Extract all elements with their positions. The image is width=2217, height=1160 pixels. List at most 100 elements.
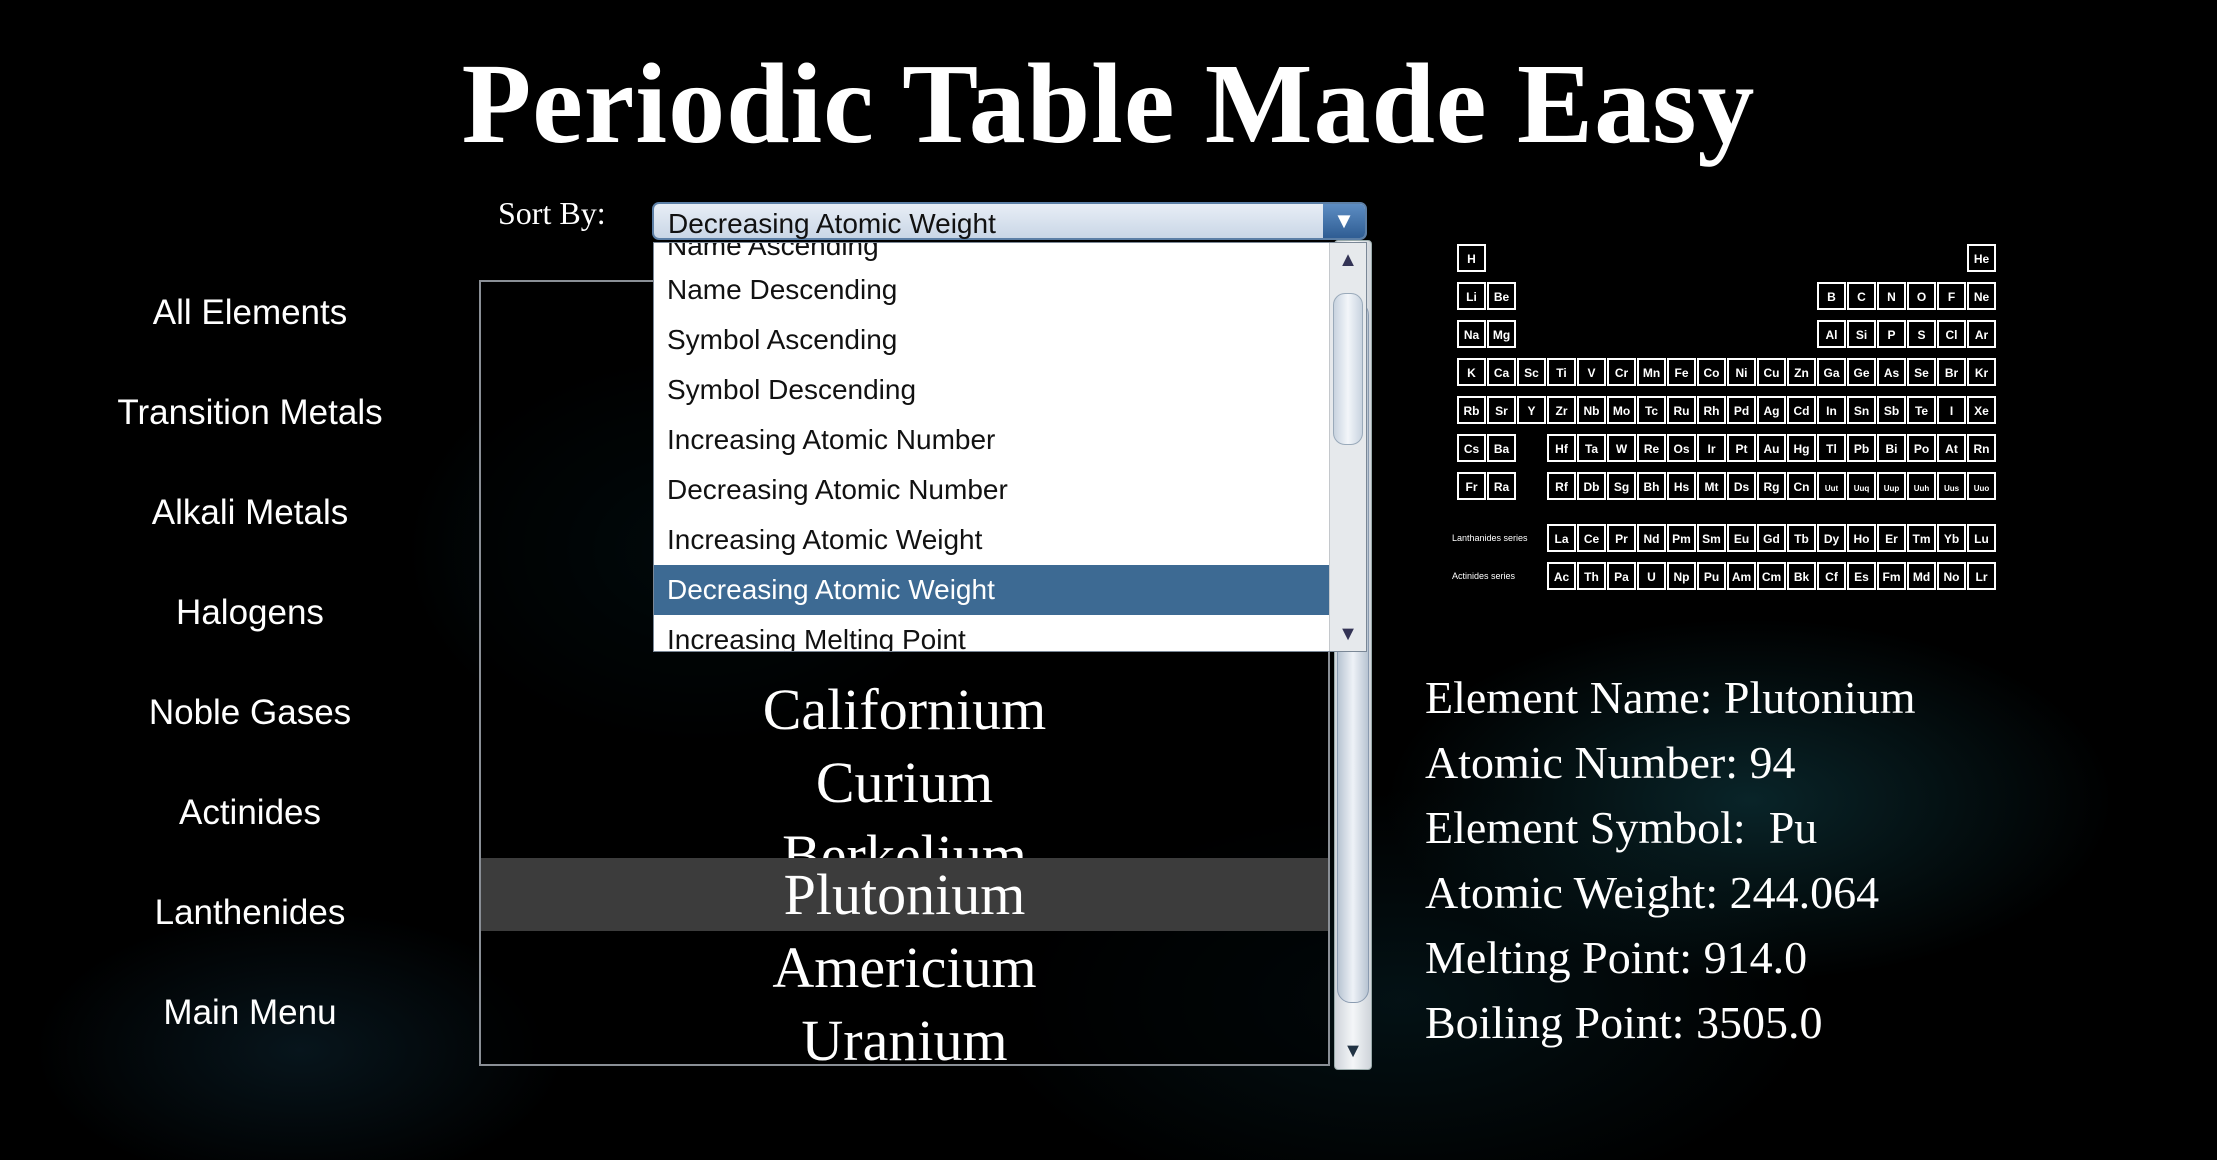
element-symbol: Element Symbol: Pu [1425, 802, 1818, 853]
svg-text:Rh: Rh [1704, 404, 1720, 418]
dropdown-option[interactable]: Increasing Atomic Weight [654, 515, 1330, 565]
lanthanide-cell: Ce [1577, 524, 1606, 552]
svg-text:Mo: Mo [1613, 404, 1630, 418]
lanthanide-cell: Lu [1967, 524, 1996, 552]
element-cell: Ds [1727, 472, 1756, 500]
actinide-cell: Lr [1967, 562, 1996, 590]
element-cell: Zn [1787, 358, 1816, 386]
svg-text:Hf: Hf [1555, 442, 1569, 456]
sort-dropdown-list[interactable]: Name Ascending Name Descending Symbol As… [653, 242, 1367, 652]
svg-text:Er: Er [1885, 532, 1898, 546]
svg-text:Br: Br [1945, 366, 1959, 380]
dropdown-scrollbar[interactable]: ▲ ▼ [1329, 243, 1366, 651]
element-cell: Y [1517, 396, 1546, 424]
element-cell: Ar [1967, 320, 1996, 348]
page-title: Periodic Table Made Easy [461, 40, 1756, 167]
scroll-down-arrow-icon[interactable]: ▼ [1330, 617, 1366, 651]
dropdown-option[interactable]: Name Descending [654, 265, 1330, 315]
element-cell: Au [1757, 434, 1786, 462]
nav-actinides[interactable]: Actinides [40, 780, 460, 880]
svg-text:Pb: Pb [1854, 442, 1869, 456]
element-cell: P [1877, 320, 1906, 348]
series-label: Actinides series [1452, 571, 1516, 581]
nav-all-elements[interactable]: All Elements [40, 280, 460, 380]
svg-text:Cn: Cn [1794, 480, 1810, 494]
list-item-selected[interactable]: Plutonium [481, 858, 1328, 931]
list-item[interactable]: Americium [481, 931, 1328, 1004]
svg-text:Se: Se [1914, 366, 1929, 380]
melting-point: Melting Point: 914.0 [1425, 932, 1808, 983]
nav-transition-metals[interactable]: Transition Metals [40, 380, 460, 480]
chevron-down-icon[interactable]: ▼ [1323, 204, 1365, 238]
lanthanide-cell: Gd [1757, 524, 1786, 552]
element-cell: Bi [1877, 434, 1906, 462]
element-cell: H [1457, 244, 1486, 272]
element-cell: Ga [1817, 358, 1846, 386]
svg-text:Ca: Ca [1494, 366, 1510, 380]
actinide-cell: Th [1577, 562, 1606, 590]
svg-text:Yb: Yb [1944, 532, 1959, 546]
nav-main-menu[interactable]: Main Menu [40, 980, 460, 1080]
list-item[interactable]: Curium [481, 746, 1328, 819]
element-cell: Ge [1847, 358, 1876, 386]
dropdown-option-selected[interactable]: Decreasing Atomic Weight [654, 565, 1330, 615]
nav-halogens[interactable]: Halogens [40, 580, 460, 680]
svg-text:Hg: Hg [1794, 442, 1810, 456]
element-cell: Cl [1937, 320, 1966, 348]
svg-text:Tm: Tm [1913, 532, 1931, 546]
svg-text:Uut: Uut [1825, 484, 1839, 493]
dropdown-option[interactable]: Symbol Ascending [654, 315, 1330, 365]
element-cell: Te [1907, 396, 1936, 424]
element-cell: Pd [1727, 396, 1756, 424]
svg-text:Ti: Ti [1556, 366, 1566, 380]
sort-select[interactable]: Decreasing Atomic Weight ▼ [652, 202, 1367, 240]
element-cell: Tc [1637, 396, 1666, 424]
svg-text:Ni: Ni [1736, 366, 1748, 380]
svg-text:Ge: Ge [1853, 366, 1869, 380]
svg-text:Cf: Cf [1825, 570, 1839, 584]
element-cell: Po [1907, 434, 1936, 462]
svg-text:Ac: Ac [1554, 570, 1570, 584]
dropdown-option[interactable]: Decreasing Atomic Number [654, 465, 1330, 515]
dropdown-option[interactable]: Symbol Descending [654, 365, 1330, 415]
element-cell: Ag [1757, 396, 1786, 424]
svg-text:Uuq: Uuq [1854, 484, 1870, 493]
list-item[interactable]: Uranium [481, 1004, 1328, 1064]
element-cell: Pb [1847, 434, 1876, 462]
nav-alkali-metals[interactable]: Alkali Metals [40, 480, 460, 580]
dropdown-option[interactable]: Increasing Melting Point [654, 615, 1330, 651]
lanthanide-cell: Pm [1667, 524, 1696, 552]
series-label: Lanthanides series [1452, 533, 1528, 543]
dropdown-scrollbar-thumb[interactable] [1333, 293, 1363, 445]
category-nav: All Elements Transition Metals Alkali Me… [40, 280, 460, 1080]
scroll-down-arrow-icon[interactable]: ▼ [1335, 1033, 1371, 1069]
element-cell: Se [1907, 358, 1936, 386]
scroll-up-arrow-icon[interactable]: ▲ [1330, 243, 1366, 277]
element-name: Element Name: Plutonium [1425, 672, 1916, 723]
element-cell: Sg [1607, 472, 1636, 500]
nav-lanthenides[interactable]: Lanthenides [40, 880, 460, 980]
element-cell: Rh [1697, 396, 1726, 424]
lanthanide-cell: Sm [1697, 524, 1726, 552]
list-item[interactable]: Californium [481, 673, 1328, 746]
element-cell: Re [1637, 434, 1666, 462]
svg-text:Mt: Mt [1705, 480, 1719, 494]
element-cell: Sc [1517, 358, 1546, 386]
svg-text:Cl: Cl [1946, 328, 1958, 342]
element-cell: Cd [1787, 396, 1816, 424]
svg-text:Cd: Cd [1794, 404, 1810, 418]
svg-text:Lr: Lr [1976, 570, 1988, 584]
element-cell: Rf [1547, 472, 1576, 500]
element-cell: Sn [1847, 396, 1876, 424]
nav-noble-gases[interactable]: Noble Gases [40, 680, 460, 780]
element-cell: Ni [1727, 358, 1756, 386]
element-cell: B [1817, 282, 1846, 310]
element-cell: Os [1667, 434, 1696, 462]
svg-text:Bh: Bh [1644, 480, 1660, 494]
svg-text:Tl: Tl [1826, 442, 1837, 456]
dropdown-option[interactable]: Increasing Atomic Number [654, 415, 1330, 465]
svg-text:N: N [1887, 290, 1896, 304]
svg-text:K: K [1467, 366, 1476, 380]
svg-text:Rf: Rf [1555, 480, 1569, 494]
svg-text:Fr: Fr [1466, 480, 1478, 494]
